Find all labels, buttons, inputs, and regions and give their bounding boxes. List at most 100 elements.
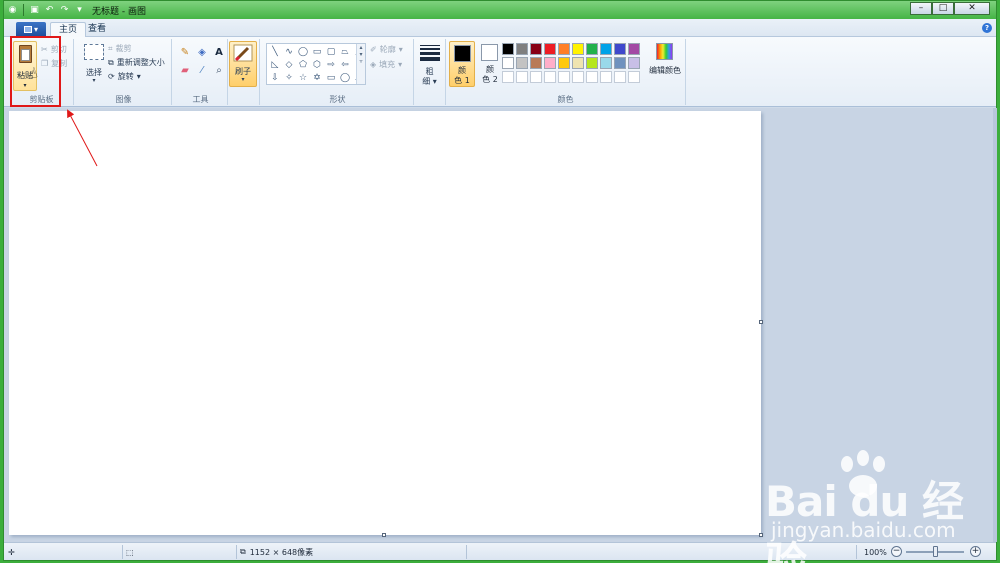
palette-swatch[interactable] — [600, 57, 612, 69]
edit-colors-button[interactable]: 编辑颜色 — [646, 43, 684, 83]
eraser-icon[interactable]: ▰ — [178, 63, 192, 77]
palette-swatch[interactable] — [502, 43, 514, 55]
palette-swatch[interactable] — [516, 43, 528, 55]
palette-swatch[interactable] — [572, 57, 584, 69]
palette-swatch[interactable] — [516, 71, 528, 83]
size-label-line2: 细 — [422, 77, 431, 86]
palette-swatch[interactable] — [628, 57, 640, 69]
undo-icon[interactable]: ↶ — [43, 4, 56, 17]
palette-swatch[interactable] — [530, 71, 542, 83]
tab-view[interactable]: 查看 — [80, 22, 114, 37]
size-label[interactable]: 粗 细 ▾ — [414, 67, 445, 87]
brushes-button[interactable]: 刷子 ▾ — [229, 41, 257, 87]
palette-swatch[interactable] — [628, 43, 640, 55]
palette-swatch[interactable] — [530, 57, 542, 69]
text-icon[interactable]: A — [212, 45, 226, 59]
status-separator — [466, 545, 467, 559]
palette-swatch[interactable] — [572, 71, 584, 83]
resize-button[interactable]: ⧉ 重新调整大小 — [108, 57, 165, 68]
drawing-canvas[interactable] — [9, 111, 761, 535]
palette-swatch[interactable] — [586, 57, 598, 69]
palette-swatch[interactable] — [544, 43, 556, 55]
right-triangle-shape-icon[interactable]: ◺ — [269, 59, 281, 70]
rounded-rectangle-shape-icon[interactable]: ▢ — [325, 46, 337, 57]
resize-handle-bottom[interactable] — [382, 533, 386, 537]
line-shape-icon[interactable]: ╲ — [269, 46, 281, 57]
chevron-down-icon: ▾ — [241, 76, 245, 83]
palette-swatch[interactable] — [558, 71, 570, 83]
down-arrow-shape-icon[interactable]: ⇩ — [269, 72, 281, 83]
palette-swatch[interactable] — [572, 43, 584, 55]
outline-button[interactable]: ✐ 轮廓 ▾ — [370, 44, 403, 55]
rotate-icon: ⟳ — [108, 72, 115, 81]
color1-button[interactable]: 颜 色 1 — [449, 41, 475, 87]
palette-swatch[interactable] — [558, 43, 570, 55]
palette-swatch[interactable] — [558, 57, 570, 69]
palette-swatch[interactable] — [614, 71, 626, 83]
save-icon[interactable]: ▣ — [28, 4, 41, 17]
maximize-button[interactable]: □ — [932, 2, 954, 15]
resize-handle-corner[interactable] — [759, 533, 763, 537]
palette-swatch[interactable] — [502, 71, 514, 83]
minimize-button[interactable]: – — [910, 2, 932, 15]
chevron-down-icon[interactable]: ▾ — [80, 77, 108, 84]
pentagon-shape-icon[interactable]: ⬠ — [297, 59, 309, 70]
fill-icon: ◈ — [370, 60, 377, 69]
pencil-icon[interactable]: ✎ — [178, 45, 192, 59]
close-button[interactable]: ✕ — [954, 2, 990, 15]
curve-shape-icon[interactable]: ∿ — [283, 46, 295, 57]
rotate-button[interactable]: ⟳ 旋转 ▾ — [108, 71, 141, 82]
fill-label: 填充 — [379, 60, 396, 69]
four-point-star-icon[interactable]: ✧ — [283, 72, 295, 83]
shapes-grid: ╲ ∿ ◯ ▭ ▢ ⏢ △ ◺ ◇ ⬠ ⬡ ⇨ ⇦ ⇧ ⇩ ✧ ☆ — [269, 46, 365, 83]
color2-swatch — [481, 44, 498, 61]
callout-rect-icon[interactable]: ▭ — [325, 72, 337, 83]
palette-swatch[interactable] — [600, 43, 612, 55]
shapes-scroll[interactable]: ▴ ▾ ▿ — [356, 44, 365, 84]
palette-swatch[interactable] — [516, 57, 528, 69]
crop-button[interactable]: ⌗ 裁剪 — [108, 43, 132, 54]
fill-bucket-icon[interactable]: ◈ — [195, 45, 209, 59]
palette-swatch[interactable] — [544, 57, 556, 69]
oval-shape-icon[interactable]: ◯ — [297, 46, 309, 57]
color2-button[interactable]: 颜 色 2 — [477, 41, 503, 87]
line-width-icon[interactable] — [420, 45, 440, 63]
paint-menu-button[interactable]: ▾ — [16, 22, 46, 36]
select-icon[interactable] — [84, 44, 104, 60]
window-title: 无标题 - 画图 — [92, 6, 146, 17]
palette-swatch[interactable] — [530, 43, 542, 55]
outline-icon: ✐ — [370, 45, 377, 54]
right-arrow-shape-icon[interactable]: ⇨ — [325, 59, 337, 70]
palette-swatch[interactable] — [628, 71, 640, 83]
app-icon[interactable]: ◉ — [6, 4, 19, 17]
five-point-star-icon[interactable]: ☆ — [297, 72, 309, 83]
palette-swatch[interactable] — [600, 71, 612, 83]
hexagon-shape-icon[interactable]: ⬡ — [311, 59, 323, 70]
palette-swatch[interactable] — [586, 43, 598, 55]
fill-button[interactable]: ◈ 填充 ▾ — [370, 59, 402, 70]
palette-swatch[interactable] — [544, 71, 556, 83]
magnifier-icon[interactable]: ⌕ — [212, 63, 226, 77]
left-arrow-shape-icon[interactable]: ⇦ — [339, 59, 351, 70]
resize-icon: ⧉ — [108, 57, 114, 67]
palette-swatch[interactable] — [586, 71, 598, 83]
help-icon[interactable]: ? — [982, 23, 992, 33]
color-picker-icon[interactable]: ⁄ — [195, 63, 209, 77]
polygon-shape-icon[interactable]: ⏢ — [339, 46, 351, 57]
palette-swatch[interactable] — [502, 57, 514, 69]
rotate-label: 旋转 — [117, 72, 134, 81]
callout-oval-icon[interactable]: ◯ — [339, 72, 351, 83]
vertical-scrollbar[interactable] — [993, 108, 997, 542]
shapes-gallery: ╲ ∿ ◯ ▭ ▢ ⏢ △ ◺ ◇ ⬠ ⬡ ⇨ ⇦ ⇧ ⇩ ✧ ☆ — [266, 43, 366, 85]
palette-swatch[interactable] — [614, 57, 626, 69]
crop-icon: ⌗ — [108, 43, 113, 53]
quick-access-dropdown-icon[interactable]: ▾ — [73, 4, 86, 17]
line-width-1 — [420, 45, 440, 46]
watermark-brand: Bai du 经验 — [765, 477, 964, 563]
six-point-star-icon[interactable]: ✡ — [311, 72, 323, 83]
resize-handle-right[interactable] — [759, 320, 763, 324]
palette-swatch[interactable] — [614, 43, 626, 55]
redo-icon[interactable]: ↷ — [58, 4, 71, 17]
rectangle-shape-icon[interactable]: ▭ — [311, 46, 323, 57]
diamond-shape-icon[interactable]: ◇ — [283, 59, 295, 70]
